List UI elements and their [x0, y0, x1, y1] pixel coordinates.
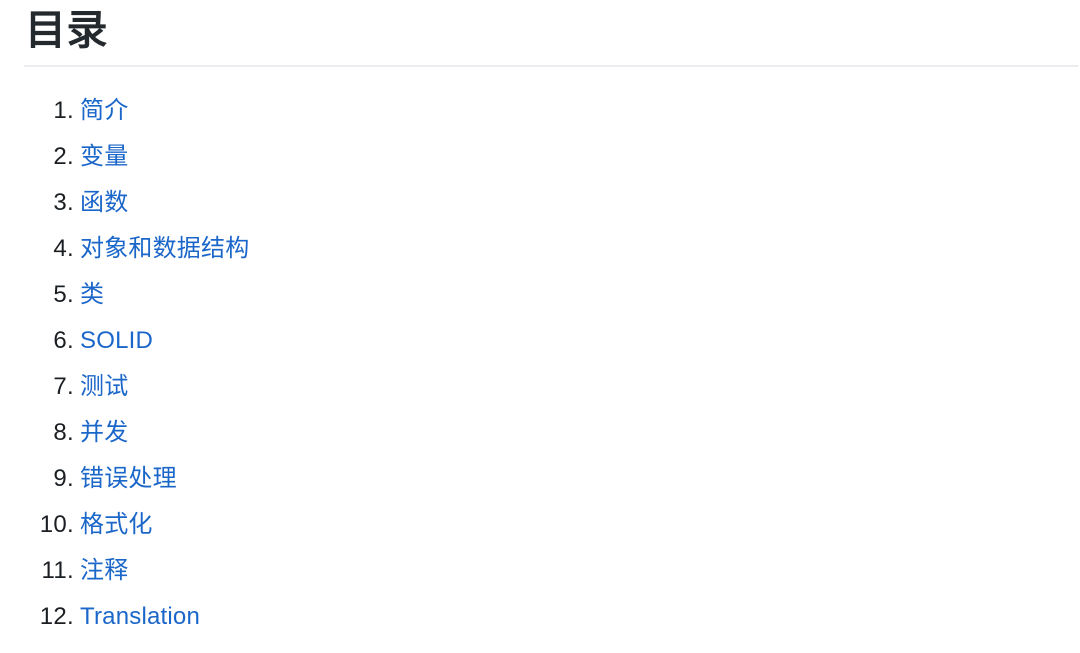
toc-link-classes[interactable]: 类 — [80, 272, 104, 318]
list-item[interactable]: 2. 变量 — [0, 134, 1040, 180]
list-item-marker: 5. — [53, 281, 74, 308]
page-title: 目录 — [25, 7, 108, 53]
list-item-marker: 2. — [53, 143, 74, 170]
list-item[interactable]: 1. 简介 — [0, 88, 1040, 134]
list-item-marker: 4. — [53, 235, 74, 262]
list-item[interactable]: 8. 并发 — [0, 410, 1040, 456]
list-item-marker: 3. — [53, 189, 74, 216]
list-item-marker: 9. — [53, 465, 74, 492]
list-item[interactable]: 5. 类 — [0, 272, 1040, 318]
document-page: 目录 1. 简介 2. 变量 3. 函数 4. 对象和数据结构 5. 类 6. … — [0, 0, 1080, 653]
list-item-marker: 12. — [39, 603, 74, 630]
toc-link-variables[interactable]: 变量 — [80, 134, 128, 180]
list-item[interactable]: 10. 格式化 — [0, 502, 1040, 548]
toc-link-concurrency[interactable]: 并发 — [80, 410, 128, 456]
list-item[interactable]: 12. Translation — [0, 594, 1040, 640]
list-item[interactable]: 9. 错误处理 — [0, 456, 1040, 502]
table-of-contents-list: 1. 简介 2. 变量 3. 函数 4. 对象和数据结构 5. 类 6. SOL… — [0, 88, 1040, 640]
toc-link-error-handling[interactable]: 错误处理 — [80, 456, 177, 502]
list-item-marker: 6. — [53, 327, 74, 354]
list-item[interactable]: 4. 对象和数据结构 — [0, 226, 1040, 272]
list-item[interactable]: 7. 测试 — [0, 364, 1040, 410]
toc-link-solid[interactable]: SOLID — [80, 318, 153, 364]
list-item[interactable]: 6. SOLID — [0, 318, 1040, 364]
list-item-marker: 11. — [41, 557, 74, 584]
list-item-marker: 8. — [53, 419, 74, 446]
list-item[interactable]: 11. 注释 — [0, 548, 1040, 594]
toc-link-testing[interactable]: 测试 — [80, 364, 128, 410]
heading-divider — [24, 65, 1078, 67]
toc-link-translation[interactable]: Translation — [80, 594, 200, 640]
toc-link-comments[interactable]: 注释 — [80, 548, 128, 594]
toc-link-formatting[interactable]: 格式化 — [80, 502, 153, 548]
toc-link-objects-and-data-structures[interactable]: 对象和数据结构 — [80, 226, 249, 272]
list-item-marker: 1. — [53, 97, 74, 124]
list-item-marker: 10. — [39, 511, 74, 538]
list-item[interactable]: 3. 函数 — [0, 180, 1040, 226]
toc-link-introduction[interactable]: 简介 — [80, 88, 128, 134]
list-item-marker: 7. — [53, 373, 74, 400]
toc-link-functions[interactable]: 函数 — [80, 180, 128, 226]
